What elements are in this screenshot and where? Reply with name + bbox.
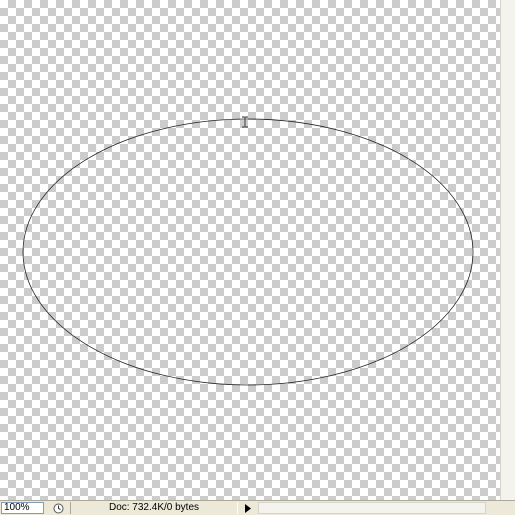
document-canvas[interactable] xyxy=(0,0,500,500)
clock-icon[interactable] xyxy=(50,502,67,514)
horizontal-scrollbar[interactable] xyxy=(258,502,486,514)
i-beam-cursor xyxy=(242,116,248,128)
right-triangle-icon[interactable] xyxy=(242,502,254,514)
vertical-scrollbar[interactable] xyxy=(500,0,515,500)
ellipse-path[interactable] xyxy=(22,118,474,386)
document-size-info: Doc: 732.4K/0 bytes xyxy=(70,502,238,514)
status-bar: 100% Doc: 732.4K/0 bytes xyxy=(0,500,515,515)
window-corner xyxy=(488,501,515,515)
canvas-overlay xyxy=(22,116,474,386)
zoom-level-field[interactable]: 100% xyxy=(1,502,44,514)
